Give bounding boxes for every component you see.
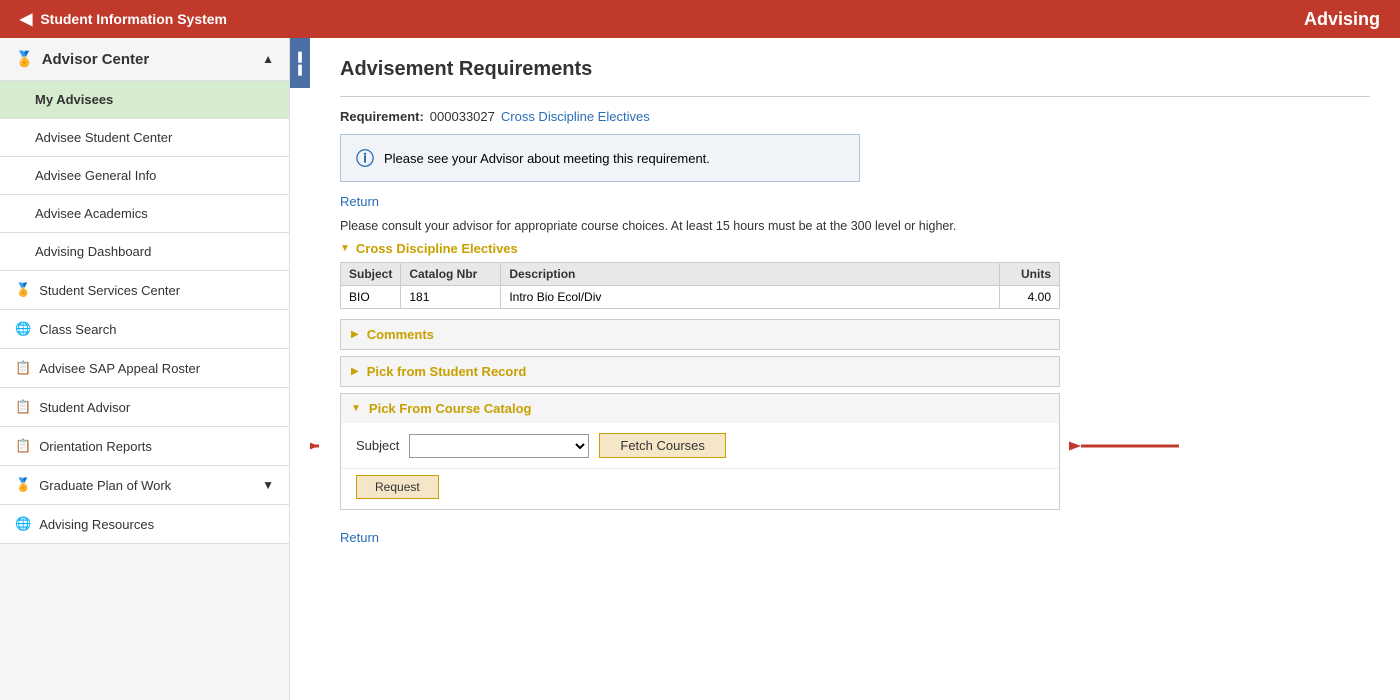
sidebar-item-graduate-plan-of-work[interactable]: 🏅 Graduate Plan of Work ▼ [0, 466, 289, 505]
right-red-arrow-svg [1069, 431, 1189, 461]
sap-appeal-icon: 📋 [15, 360, 31, 376]
advising-resources-label: Advising Resources [39, 517, 154, 532]
content-area: Advisement Requirements Requirement: 000… [310, 38, 1400, 700]
collapse-panel-button[interactable]: ❚❚ [290, 38, 310, 88]
cross-discipline-label: Cross Discipline Electives [356, 241, 518, 256]
sidebar-item-class-search[interactable]: 🌐 Class Search [0, 310, 289, 349]
sidebar: 🏅 Advisor Center ▲ My Advisees Advisee S… [0, 38, 290, 700]
sidebar-item-student-advisor[interactable]: 📋 Student Advisor [0, 388, 289, 427]
title-divider [340, 96, 1370, 97]
system-name: Student Information System [40, 11, 227, 27]
sidebar-item-my-advisees[interactable]: My Advisees [0, 81, 289, 119]
my-advisees-label: My Advisees [35, 92, 113, 107]
request-button[interactable]: Request [356, 475, 439, 499]
catalog-content: Subject Fetch Courses [341, 423, 1059, 468]
table-row: BIO 181 Intro Bio Ecol/Div 4.00 [341, 286, 1060, 309]
graduate-plan-label: Graduate Plan of Work [39, 478, 171, 493]
catalog-section-title: Pick From Course Catalog [369, 401, 532, 416]
page-section-title: Advising [1304, 9, 1380, 30]
graduate-plan-icon: 🏅 [15, 477, 31, 493]
cell-subject: BIO [341, 286, 401, 309]
sap-appeal-label: Advisee SAP Appeal Roster [39, 361, 200, 376]
collapse-icon: ❚❚ [294, 50, 307, 76]
advisor-center-icon: 🏅 [15, 50, 34, 68]
chevron-up-icon: ▲ [262, 52, 274, 66]
orientation-reports-label: Orientation Reports [39, 439, 152, 454]
col-header-catalog: Catalog Nbr [401, 263, 501, 286]
left-red-arrow-svg [310, 431, 331, 461]
col-header-subject: Subject [341, 263, 401, 286]
subject-label: Subject [356, 438, 399, 453]
advisee-general-info-label: Advisee General Info [35, 168, 156, 183]
sidebar-item-advisee-sap-appeal-roster[interactable]: 📋 Advisee SAP Appeal Roster [0, 349, 289, 388]
requirement-label: Requirement: [340, 109, 424, 124]
class-search-icon: 🌐 [15, 321, 31, 337]
sidebar-item-advising-resources[interactable]: 🌐 Advising Resources [0, 505, 289, 544]
catalog-arrow-icon: ▼ [351, 403, 361, 414]
pick-from-student-record-section: ▶ Pick from Student Record [340, 356, 1060, 387]
request-row: Request [341, 468, 1059, 509]
pick-from-course-catalog-section: ▼ Pick From Course Catalog Subject [340, 393, 1060, 510]
sidebar-item-advisee-student-center[interactable]: Advisee Student Center [0, 119, 289, 157]
page-title: Advisement Requirements [340, 58, 1370, 81]
student-services-icon: 🏅 [15, 282, 31, 298]
left-arrow-annotation [310, 431, 331, 461]
sidebar-item-advisee-general-info[interactable]: Advisee General Info [0, 157, 289, 195]
student-record-arrow-icon: ▶ [351, 366, 359, 377]
pick-from-student-record-header[interactable]: ▶ Pick from Student Record [341, 357, 1059, 386]
advisor-center-header[interactable]: 🏅 Advisor Center ▲ [0, 38, 289, 81]
top-bar: ◀ Student Information System Advising [0, 0, 1400, 38]
student-record-title: Pick from Student Record [367, 364, 527, 379]
system-nav[interactable]: ◀ Student Information System [20, 9, 227, 29]
right-arrow-annotation [1069, 431, 1189, 461]
advisee-student-center-label: Advisee Student Center [35, 130, 172, 145]
info-message: Please see your Advisor about meeting th… [384, 151, 710, 166]
advising-dashboard-label: Advising Dashboard [35, 244, 151, 259]
course-table: Subject Catalog Nbr Description Units BI… [340, 262, 1060, 309]
cross-discipline-toggle: ▼ Cross Discipline Electives [340, 241, 1370, 256]
cell-catalog-nbr: 181 [401, 286, 501, 309]
toggle-arrow-icon: ▼ [340, 243, 350, 254]
advisor-center-label: Advisor Center [42, 51, 150, 68]
comments-arrow-icon: ▶ [351, 329, 359, 340]
col-header-units: Units [1000, 263, 1060, 286]
advising-resources-icon: 🌐 [15, 516, 31, 532]
cell-description: Intro Bio Ecol/Div [501, 286, 1000, 309]
fetch-courses-button[interactable]: Fetch Courses [599, 433, 726, 458]
student-services-label: Student Services Center [39, 283, 180, 298]
return-link-top[interactable]: Return [340, 194, 379, 209]
comments-title: Comments [367, 327, 434, 342]
catalog-section-header[interactable]: ▼ Pick From Course Catalog [341, 394, 1059, 423]
orientation-reports-icon: 📋 [15, 438, 31, 454]
col-header-description: Description [501, 263, 1000, 286]
sidebar-item-student-services-center[interactable]: 🏅 Student Services Center [0, 271, 289, 310]
requirement-link[interactable]: Cross Discipline Electives [501, 109, 650, 124]
student-advisor-label: Student Advisor [39, 400, 130, 415]
advisory-text: Please consult your advisor for appropri… [340, 219, 1370, 233]
cell-units: 4.00 [1000, 286, 1060, 309]
requirement-id: 000033027 [430, 109, 495, 124]
info-icon: ⓘ [356, 145, 374, 171]
sidebar-item-advising-dashboard[interactable]: Advising Dashboard [0, 233, 289, 271]
comments-section: ▶ Comments [340, 319, 1060, 350]
comments-header[interactable]: ▶ Comments [341, 320, 1059, 349]
sidebar-item-orientation-reports[interactable]: 📋 Orientation Reports [0, 427, 289, 466]
subject-select[interactable] [409, 434, 589, 458]
main-layout: 🏅 Advisor Center ▲ My Advisees Advisee S… [0, 38, 1400, 700]
student-advisor-icon: 📋 [15, 399, 31, 415]
class-search-label: Class Search [39, 322, 116, 337]
info-box: ⓘ Please see your Advisor about meeting … [340, 134, 860, 182]
chevron-down-icon: ▼ [262, 478, 274, 492]
back-arrow-icon[interactable]: ◀ [20, 9, 32, 29]
advisee-academics-label: Advisee Academics [35, 206, 148, 221]
sidebar-item-advisee-academics[interactable]: Advisee Academics [0, 195, 289, 233]
return-link-bottom[interactable]: Return [340, 530, 379, 545]
requirement-row: Requirement: 000033027 Cross Discipline … [340, 109, 1370, 124]
